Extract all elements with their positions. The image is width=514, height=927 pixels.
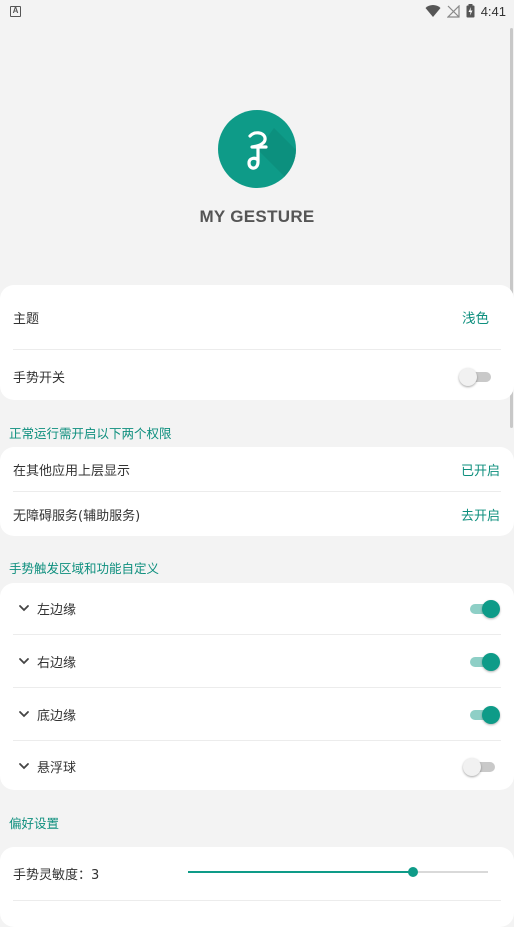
app-title: MY GESTURE [199, 207, 315, 226]
chevron-down-icon [19, 605, 29, 612]
notification-app-icon: A [10, 5, 21, 17]
divider [13, 900, 501, 901]
gesture-logo-icon [218, 110, 296, 188]
sensitivity-slider[interactable] [188, 863, 488, 881]
divider [13, 491, 501, 492]
gesture-area-right-edge[interactable]: 右边缘 [0, 639, 514, 683]
gesture-area-label: 左边缘 [37, 602, 77, 618]
clock: 4:41 [480, 3, 506, 19]
gesture-area-bottom-edge[interactable]: 底边缘 [0, 692, 514, 736]
divider [13, 349, 501, 350]
preferences-card: 手势灵敏度：3 [0, 847, 514, 927]
permissions-card: 在其他应用上层显示 已开启 无障碍服务(辅助服务) 去开启 [0, 447, 514, 536]
divider [13, 687, 501, 688]
slider-thumb[interactable] [408, 867, 418, 877]
theme-label: 主题 [13, 311, 40, 327]
main-settings-card: 主题 浅色 手势开关 [0, 285, 514, 400]
bottom-edge-toggle[interactable] [469, 704, 500, 724]
chevron-down-icon [19, 763, 29, 770]
toggle-thumb [482, 653, 500, 671]
gesture-area-label: 右边缘 [37, 655, 77, 671]
signal-off-icon [446, 4, 460, 18]
accessibility-service-row[interactable]: 无障碍服务(辅助服务) 去开启 [0, 494, 514, 534]
slider-fill [188, 871, 413, 873]
gesture-area-left-edge[interactable]: 左边缘 [0, 586, 514, 630]
gesture-switch-row[interactable]: 手势开关 [0, 356, 514, 396]
wifi-icon [425, 4, 441, 17]
left-edge-toggle[interactable] [469, 598, 500, 618]
overlay-permission-status[interactable]: 已开启 [461, 460, 500, 479]
status-bar: A 4:41 [0, 0, 514, 22]
chevron-down-icon [19, 711, 29, 718]
gesture-areas-card: 左边缘 右边缘 底边缘 悬浮球 [0, 583, 514, 790]
gesture-area-label: 悬浮球 [37, 760, 77, 776]
toggle-thumb [463, 758, 481, 776]
gesture-switch-label: 手势开关 [13, 370, 66, 386]
chevron-down-icon [19, 658, 29, 665]
overlay-permission-label: 在其他应用上层显示 [13, 463, 131, 479]
permissions-section-title: 正常运行需开启以下两个权限 [9, 426, 172, 441]
gesture-area-label: 底边缘 [37, 708, 77, 724]
accessibility-service-status[interactable]: 去开启 [461, 505, 500, 524]
divider [13, 740, 501, 741]
toggle-thumb [482, 600, 500, 618]
toggle-thumb [482, 706, 500, 724]
battery-charging-icon [466, 4, 475, 18]
floating-ball-toggle[interactable] [463, 756, 496, 776]
accessibility-service-label: 无障碍服务(辅助服务) [13, 508, 141, 524]
sensitivity-label: 手势灵敏度：3 [13, 867, 100, 883]
theme-value[interactable]: 浅色 [462, 307, 489, 327]
theme-row[interactable]: 主题 浅色 [0, 297, 514, 337]
toggle-thumb [459, 368, 477, 386]
gesture-areas-section-title: 手势触发区域和功能自定义 [9, 561, 160, 576]
preferences-section-title: 偏好设置 [9, 816, 60, 831]
gesture-area-floating-ball[interactable]: 悬浮球 [0, 744, 514, 788]
right-edge-toggle[interactable] [469, 651, 500, 671]
divider [13, 634, 501, 635]
gesture-master-toggle[interactable] [459, 366, 492, 386]
overlay-permission-row[interactable]: 在其他应用上层显示 已开启 [0, 449, 514, 489]
